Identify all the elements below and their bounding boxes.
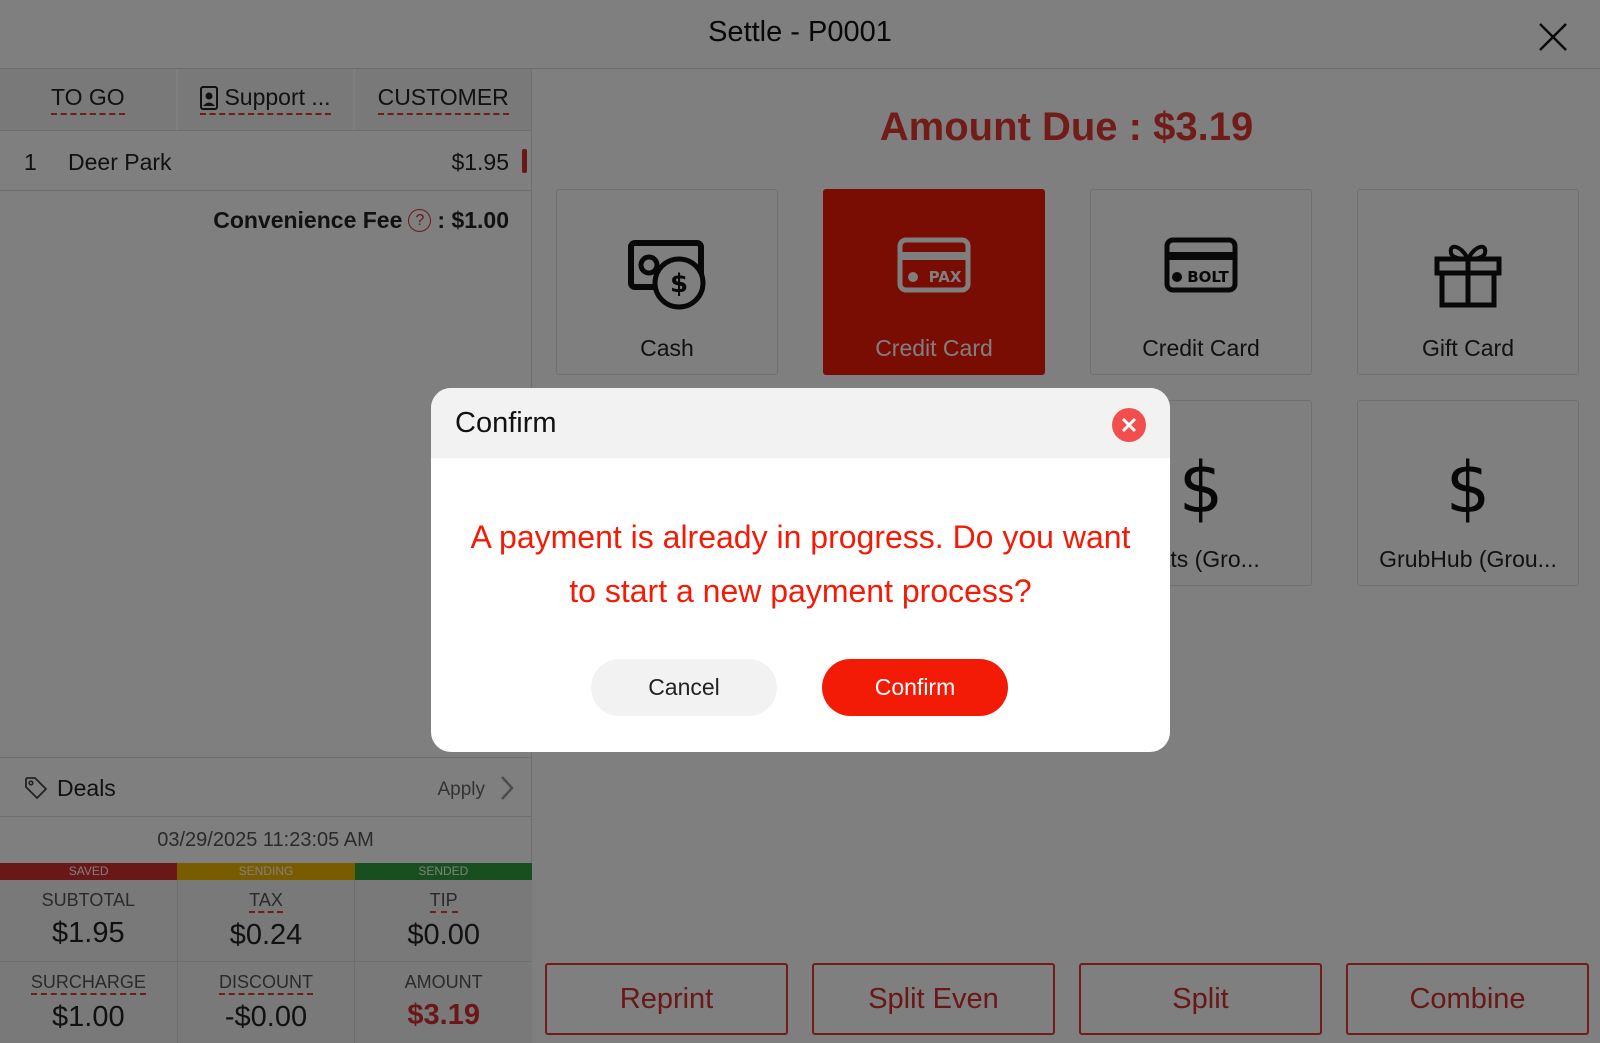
dialog-title: Confirm <box>455 407 557 439</box>
cancel-button[interactable]: Cancel <box>591 659 777 716</box>
confirm-button[interactable]: Confirm <box>822 659 1008 716</box>
dialog-message: A payment is already in progress. Do you… <box>470 519 1131 609</box>
dialog-header: Confirm <box>431 388 1170 458</box>
confirm-dialog: Confirm A payment is already in progress… <box>431 388 1170 752</box>
close-icon <box>1121 417 1137 433</box>
dialog-close-button[interactable] <box>1112 408 1146 442</box>
